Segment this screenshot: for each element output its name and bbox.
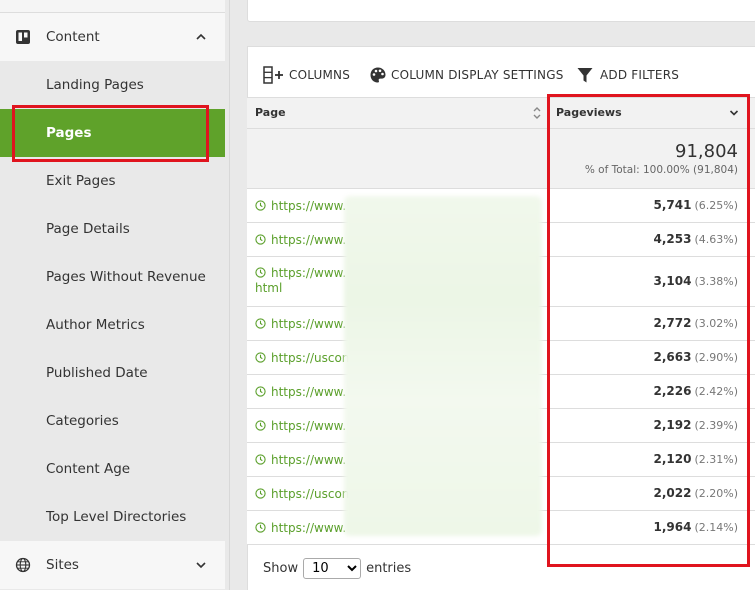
table-toolbar: COLUMNS COLUMN DISPLAY SETTINGS ADD FILT… [247, 58, 755, 92]
page-url-link[interactable]: https://www. [255, 198, 346, 214]
sidebar: Content Landing Pages Pages Exit Pages P… [0, 0, 230, 590]
columns-button[interactable]: COLUMNS [263, 58, 350, 92]
sidebar-top-strip [0, 0, 225, 13]
entries-label: entries [366, 561, 412, 576]
trello-board-icon [16, 30, 30, 44]
clock-icon [255, 454, 266, 465]
clock-icon [255, 420, 266, 431]
page-url-text[interactable]: https://www. [271, 316, 346, 332]
page-url-link[interactable]: https://uscon [255, 486, 349, 502]
palette-icon [370, 67, 386, 83]
page-url-link[interactable]: https://www. html [255, 265, 346, 295]
column-header-page[interactable]: Page [255, 98, 286, 128]
clock-icon [255, 318, 266, 329]
sidebar-item-categories[interactable]: Categories [0, 397, 225, 445]
clock-icon [255, 352, 266, 363]
clock-icon [255, 234, 266, 245]
globe-icon [15, 557, 31, 573]
sidebar-item-content-age[interactable]: Content Age [0, 445, 225, 493]
page-url-link[interactable]: https://www. [255, 418, 346, 434]
page-url-link[interactable]: https://www. [255, 384, 346, 400]
column-display-settings-button[interactable]: COLUMN DISPLAY SETTINGS [369, 58, 564, 92]
show-label: Show [263, 561, 299, 576]
column-display-settings-label: COLUMN DISPLAY SETTINGS [391, 68, 564, 82]
page-url-link[interactable]: https://www. [255, 316, 346, 332]
clock-icon [255, 522, 266, 533]
sidebar-section-label: Sites [46, 557, 79, 573]
page-url-text[interactable]: https://www. [271, 452, 346, 468]
sidebar-item-page-details[interactable]: Page Details [0, 205, 225, 253]
top-card [247, 0, 755, 22]
sidebar-item-published-date[interactable]: Published Date [0, 349, 225, 397]
chevron-down-icon[interactable] [194, 558, 208, 572]
table-footer: Show 10 entries [263, 558, 411, 579]
sidebar-item-pages-without-revenue[interactable]: Pages Without Revenue [0, 253, 225, 301]
sidebar-section-sites[interactable]: Sites [0, 541, 225, 589]
page-url-link[interactable]: https://www. [255, 452, 346, 468]
clock-icon [255, 267, 266, 278]
sidebar-item-exit-pages[interactable]: Exit Pages [0, 157, 225, 205]
page-url-link[interactable]: https://uscon [255, 350, 349, 366]
page-url-text[interactable]: https://www. [271, 198, 346, 214]
page-url-text[interactable]: https://www. [271, 265, 346, 281]
columns-button-label: COLUMNS [289, 68, 351, 82]
filter-icon [577, 68, 593, 83]
page-url-text[interactable]: https://www. [271, 384, 346, 400]
sidebar-item-landing-pages[interactable]: Landing Pages [0, 61, 225, 109]
sidebar-section-content[interactable]: Content [0, 13, 225, 61]
chevron-up-icon[interactable] [194, 30, 208, 44]
page-url-continuation[interactable]: html [255, 281, 282, 295]
columns-add-icon [263, 66, 283, 84]
redacted-url-mask [344, 196, 542, 536]
sidebar-item-author-metrics[interactable]: Author Metrics [0, 301, 225, 349]
page-url-text[interactable]: https://uscon [271, 350, 349, 366]
sidebar-section-label: Content [46, 29, 100, 45]
page-url-text[interactable]: https://uscon [271, 486, 349, 502]
clock-icon [255, 386, 266, 397]
page-url-link[interactable]: https://www. [255, 232, 346, 248]
page-url-text[interactable]: https://www. [271, 418, 346, 434]
sort-icon[interactable] [532, 106, 542, 120]
clock-icon [255, 200, 266, 211]
page-url-link[interactable]: https://www. [255, 520, 346, 536]
clock-icon [255, 488, 266, 499]
sidebar-item-top-level-directories[interactable]: Top Level Directories [0, 493, 225, 541]
entries-per-page-select[interactable]: 10 [303, 558, 362, 579]
page-url-text[interactable]: https://www. [271, 520, 346, 536]
highlight-box-pageviews [547, 94, 750, 567]
add-filters-label: ADD FILTERS [600, 68, 680, 82]
page-url-text[interactable]: https://www. [271, 232, 346, 248]
add-filters-button[interactable]: ADD FILTERS [576, 58, 679, 92]
highlight-box-pages [12, 105, 209, 162]
